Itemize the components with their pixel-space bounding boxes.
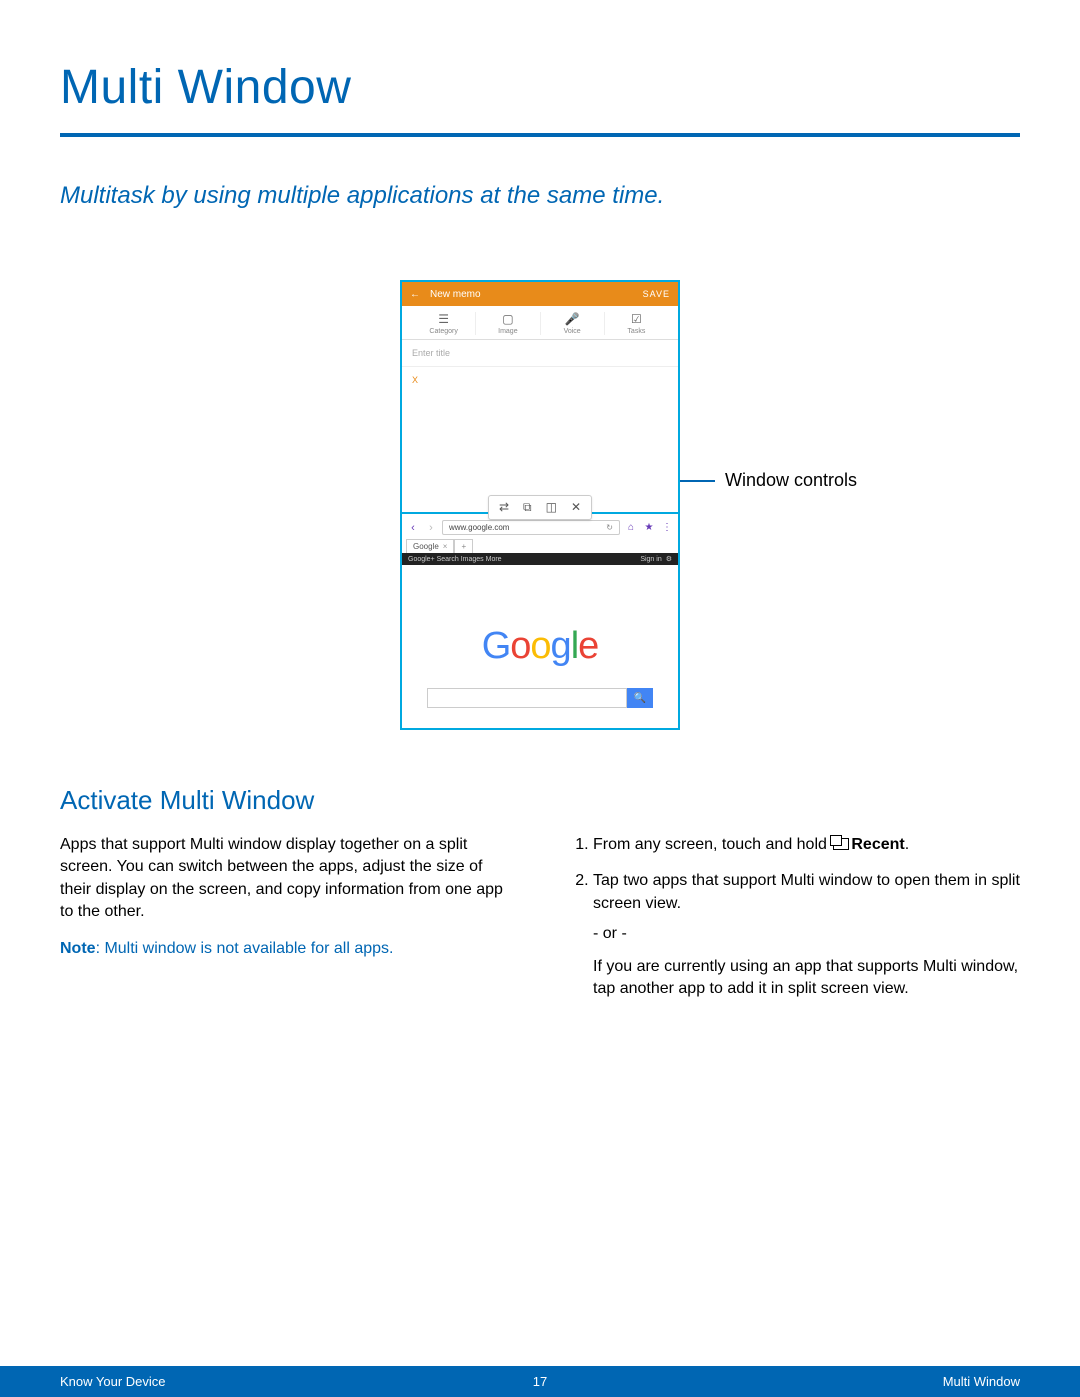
move-icon[interactable]: ⧉ <box>523 500 532 515</box>
signin-link[interactable]: Sign in <box>640 556 661 563</box>
search-button[interactable]: 🔍 <box>627 688 653 708</box>
footer-left: Know Your Device <box>60 1374 166 1389</box>
page-footer: Know Your Device 17 Multi Window <box>0 1366 1080 1397</box>
column-right: From any screen, touch and hold Recent. … <box>565 834 1020 1014</box>
resize-icon[interactable]: ◫ <box>546 500 557 515</box>
tab-label: Google <box>413 542 439 551</box>
url-bar[interactable]: www.google.com ↻ <box>442 520 620 535</box>
url-text: www.google.com <box>449 523 509 532</box>
recent-icon <box>833 838 849 850</box>
content-columns: Apps that support Multi window display t… <box>60 834 1020 1014</box>
browser-tab[interactable]: Google × <box>406 539 454 553</box>
tool-tasks[interactable]: ☑ Tasks <box>605 312 668 335</box>
column-left: Apps that support Multi window display t… <box>60 834 515 1014</box>
google-nav-bar: Google+ Search Images More Sign in ⚙ <box>402 553 678 565</box>
note-line: Note: Multi window is not available for … <box>60 938 515 960</box>
window-controls: ⇄ ⧉ ◫ ✕ <box>402 487 678 512</box>
memo-header-title: New memo <box>430 289 643 300</box>
browser-nav: ‹ › www.google.com ↻ ⌂ ★ ⋮ <box>406 520 674 535</box>
tool-label: Category <box>429 328 457 335</box>
save-button[interactable]: SAVE <box>643 289 670 299</box>
home-icon[interactable]: ⌂ <box>624 522 638 533</box>
tab-close-icon[interactable]: × <box>443 542 448 551</box>
tool-label: Voice <box>564 328 581 335</box>
google-logo: Google <box>412 625 668 668</box>
list-icon: ☰ <box>414 312 473 326</box>
intro-text: Multitask by using multiple applications… <box>60 182 1020 210</box>
gear-icon[interactable]: ⚙ <box>666 555 672 563</box>
step-text: Tap two apps that support Multi window t… <box>593 872 1020 911</box>
bookmark-icon[interactable]: ★ <box>642 522 656 533</box>
footer-page-number: 17 <box>533 1374 547 1389</box>
search-input[interactable] <box>427 688 627 708</box>
steps-list: From any screen, touch and hold Recent. … <box>565 834 1020 1000</box>
memo-toolbar: ☰ Category ▢ Image 🎤 Voice ☑ Tasks <box>402 306 678 340</box>
memo-content[interactable]: X <box>402 367 678 487</box>
memo-header: ← New memo SAVE <box>402 282 678 306</box>
mic-icon: 🎤 <box>543 312 602 326</box>
check-icon: ☑ <box>607 312 666 326</box>
section-heading: Activate Multi Window <box>60 785 1020 816</box>
page-title: Multi Window <box>60 60 1020 115</box>
note-text: : Multi window is not available for all … <box>96 940 394 957</box>
browser-tabs: Google × + <box>406 539 674 553</box>
note-label: Note <box>60 940 96 957</box>
google-page: Google 🔍 <box>402 565 678 728</box>
step-text: From any screen, touch and hold <box>593 836 831 853</box>
step-text: If you are currently using an app that s… <box>593 958 1018 997</box>
tool-image[interactable]: ▢ Image <box>476 312 540 335</box>
step-1: From any screen, touch and hold Recent. <box>593 834 1020 856</box>
title-input[interactable]: Enter title <box>402 340 678 367</box>
close-icon[interactable]: ✕ <box>571 500 581 515</box>
step-2: Tap two apps that support Multi window t… <box>593 870 1020 1000</box>
callout-label: Window controls <box>725 470 857 491</box>
nav-forward-icon[interactable]: › <box>424 522 438 534</box>
figure-area: Window controls ← New memo SAVE ☰ Categor… <box>60 280 1020 730</box>
swap-icon[interactable]: ⇄ <box>499 500 509 515</box>
refresh-icon[interactable]: ↻ <box>606 523 613 532</box>
back-icon[interactable]: ← <box>410 289 420 300</box>
tool-category[interactable]: ☰ Category <box>412 312 476 335</box>
footer-right: Multi Window <box>943 1374 1020 1389</box>
device-screenshot: ← New memo SAVE ☰ Category ▢ Image 🎤 Voice … <box>400 280 680 730</box>
image-icon: ▢ <box>478 312 537 326</box>
memo-body: Enter title X <box>402 340 678 487</box>
section-body: Apps that support Multi window display t… <box>60 834 515 924</box>
search-row: 🔍 <box>412 688 668 708</box>
search-icon: 🔍 <box>634 693 646 704</box>
controls-box: ⇄ ⧉ ◫ ✕ <box>488 495 592 520</box>
google-nav-links[interactable]: Google+ Search Images More <box>408 556 502 563</box>
step-bold: Recent <box>851 836 904 853</box>
title-rule <box>60 133 1020 137</box>
nav-back-icon[interactable]: ‹ <box>406 522 420 534</box>
tool-voice[interactable]: 🎤 Voice <box>541 312 605 335</box>
tool-label: Tasks <box>627 328 645 335</box>
tab-add[interactable]: + <box>454 539 473 553</box>
tool-label: Image <box>498 328 517 335</box>
more-icon[interactable]: ⋮ <box>660 522 674 533</box>
step-text: . <box>905 836 909 853</box>
or-divider: - or - <box>593 923 1020 945</box>
